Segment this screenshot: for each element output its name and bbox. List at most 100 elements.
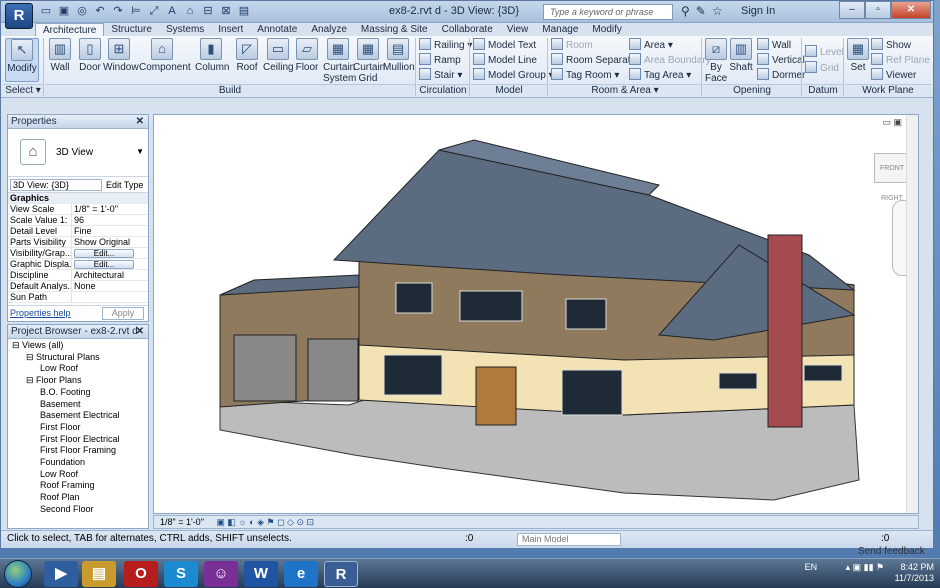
dimension-icon[interactable]: ⤢ [147,4,161,18]
viewer-button[interactable]: Viewer [871,68,916,83]
design-option-dropdown[interactable]: Main Model [517,533,621,546]
maximize-button[interactable]: ▫ [865,1,891,19]
3d-view-canvas[interactable]: ▭ ▣ ✕ FRONT RIGHT [153,114,919,514]
browser-tree-item[interactable]: Second Floor [10,504,146,516]
railing-button[interactable]: Railing ▾ [419,38,472,53]
vertical-scrollbar[interactable] [906,115,918,513]
browser-tree-item[interactable]: Low Roof [10,363,146,375]
close-hidden-icon[interactable]: ⊠ [219,4,233,18]
door-button[interactable]: ▯ Door [77,38,103,73]
search-input[interactable]: Type a keyword or phrase [543,4,673,20]
browser-tree-item[interactable]: B.O. Footing [10,387,146,399]
apply-button[interactable]: Apply [102,307,144,320]
filter-count[interactable]: :0 [881,531,889,547]
browser-tree-item[interactable]: First Floor [10,422,146,434]
tab-annotate[interactable]: Annotate [250,23,304,37]
close-icon[interactable]: ✕ [136,325,144,339]
tab-modify[interactable]: Modify [585,23,628,37]
language-indicator[interactable]: EN [805,562,818,572]
open-icon[interactable]: ▭ [39,4,53,18]
wall-button[interactable]: ▥ Wall [47,38,73,73]
tab-analyze[interactable]: Analyze [304,23,354,37]
model-text-button[interactable]: Model Text [473,38,536,53]
skype-icon[interactable]: S [164,561,198,587]
show-workplane-button[interactable]: Show [871,38,911,53]
property-value[interactable]: 1/8" = 1'-0" [72,204,148,214]
browser-tree-item[interactable]: Basement Electrical [10,410,146,422]
browser-tree-item[interactable]: Roof Framing [10,480,146,492]
properties-help-link[interactable]: Properties help [10,308,71,318]
clock[interactable]: 8:42 PM 11/7/2013 [895,562,934,584]
tag-area-button[interactable]: Tag Area ▾ [629,68,691,83]
property-row[interactable]: Graphic Displa... Edit... [8,259,148,270]
start-button[interactable] [4,560,32,588]
browser-tree-item[interactable]: Basement [10,399,146,411]
select-group-label[interactable]: Select ▾ [3,84,43,97]
property-value[interactable]: Edit... [72,259,148,269]
yahoo-messenger-icon[interactable]: ☺ [204,561,238,587]
section-icon[interactable]: ⊟ [201,4,215,18]
browser-tree-item[interactable]: First Floor Electrical [10,434,146,446]
property-row[interactable]: Detail Level Fine [8,226,148,237]
tab-massing-site[interactable]: Massing & Site [354,23,435,37]
property-value[interactable]: Edit... [72,248,148,258]
expand-collapse-icon[interactable]: ⊟ [26,352,36,362]
view-control-icons[interactable]: ▣ ◧ ☼ ◐ ◈ ⚑ ◻ ◇ ⊙ ⊡ [216,517,314,527]
set-workplane-button[interactable]: ▦ Set [847,38,869,73]
property-value[interactable]: None [72,281,148,291]
file-explorer-icon[interactable]: ▤ [82,561,116,587]
text-icon[interactable]: A [165,4,179,18]
view-scale-label[interactable]: 1/8" = 1'-0" [160,517,204,527]
tab-structure[interactable]: Structure [104,23,159,37]
browser-tree-item[interactable]: Low Roof [10,469,146,481]
roof-button[interactable]: ◸ Roof [235,38,259,73]
window-button[interactable]: ⊞ Window [103,38,139,73]
curtain-system-button[interactable]: ▦ Curtain System [323,38,356,84]
browser-tree-item[interactable]: ⊟ Structural Plans [10,352,146,364]
sign-in-link[interactable]: Sign In [741,5,775,17]
property-row[interactable]: View Scale 1/8" = 1'-0" [8,204,148,215]
3d-view-icon[interactable]: ⌂ [183,4,197,18]
area-button[interactable]: Area ▾ [629,38,673,53]
ceiling-button[interactable]: ▭ Ceiling [263,38,294,73]
ref-plane-button[interactable]: Ref Plane [871,53,930,68]
opera-icon[interactable]: O [124,561,158,587]
minimize-button[interactable]: ‒ [839,1,865,19]
undo-icon[interactable]: ↶ [93,4,107,18]
redo-icon[interactable]: ↷ [111,4,125,18]
property-value[interactable]: 96 [72,215,148,225]
edit-button[interactable]: Edit... [74,249,134,258]
mullion-button[interactable]: ▤ Mullion [383,38,415,73]
favorites-icon[interactable]: ☆ [712,4,723,18]
close-button[interactable]: ✕ [891,1,931,19]
area-boundary-button[interactable]: Area Boundary [629,53,711,68]
word-icon[interactable]: W [244,561,278,587]
browser-tree-item[interactable]: First Floor Framing [10,445,146,457]
wall-opening-button[interactable]: Wall [757,38,791,53]
binoculars-icon[interactable]: ⚲ [681,4,690,18]
tab-collaborate[interactable]: Collaborate [435,23,500,37]
property-value[interactable]: Architectural [72,270,148,280]
stair-button[interactable]: Stair ▾ [419,68,462,83]
property-row[interactable]: Visibility/Grap... Edit... [8,248,148,259]
internet-explorer-icon[interactable]: e [284,561,318,587]
ramp-button[interactable]: Ramp [419,53,461,68]
dormer-button[interactable]: Dormer [757,68,805,83]
property-value[interactable] [72,292,148,302]
expand-collapse-icon[interactable]: ⊟ [12,340,22,350]
column-button[interactable]: ▮ Column [195,38,229,73]
model-group-button[interactable]: Model Group ▾ [473,68,554,83]
grid-button[interactable]: Grid [805,61,839,76]
vertical-opening-button[interactable]: Vertical [757,53,805,68]
shaft-button[interactable]: ▥ Shaft [729,38,753,73]
graphics-section-header[interactable]: Graphics [8,193,148,204]
curtain-grid-button[interactable]: ▦ Curtain Grid [353,38,385,84]
model-line-button[interactable]: Model Line [473,53,537,68]
modify-button[interactable]: ↖ Modify [5,38,39,82]
level-button[interactable]: Level [805,45,844,60]
property-row[interactable]: Parts Visibility Show Original [8,237,148,248]
browser-tree-item[interactable]: Roof Plan [10,492,146,504]
tab-view[interactable]: View [500,23,536,37]
subscription-icon[interactable]: ✎ [696,4,706,18]
room-area-group-label[interactable]: Room & Area ▾ [549,84,701,97]
